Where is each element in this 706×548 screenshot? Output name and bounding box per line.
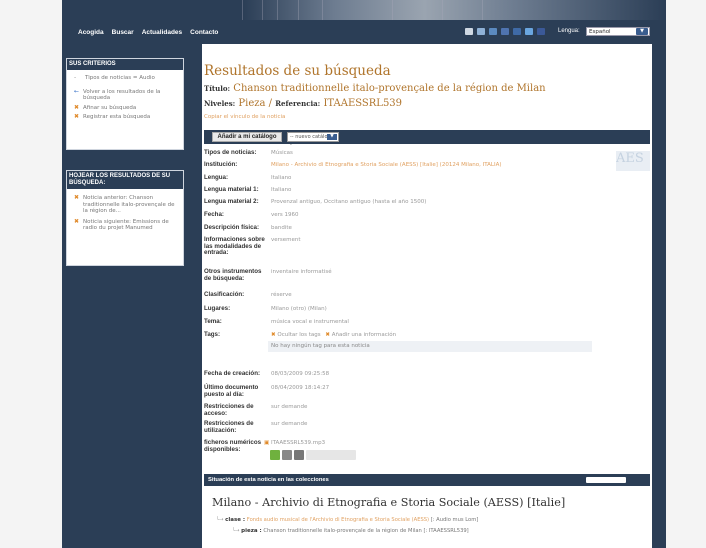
catalog-select[interactable]: -- nuevo catálogo -- ▼ — [287, 132, 339, 148]
nav-acogida[interactable]: Acogida — [78, 29, 104, 36]
collections-toggle[interactable] — [586, 477, 626, 483]
collection-class-link[interactable]: Fonds audio musical de l'Archivio di Etn… — [247, 517, 429, 523]
refine-search-link[interactable]: ✖ Afinar su búsqueda — [67, 103, 183, 112]
collection-title: Milano - Archivio di Etnografia e Storia… — [212, 496, 566, 509]
title-line: Título: Chanson traditionnelle italo-pro… — [204, 83, 546, 94]
dash-icon: - — [74, 74, 77, 81]
next-notice-link[interactable]: ✖ Noticia siguiente: Emissions de radio … — [67, 217, 183, 232]
institution-logo: AES — [616, 151, 650, 171]
add-info-link[interactable]: Añadir una información — [332, 332, 396, 338]
institution-link[interactable]: Milano - Archivio di Etnografia e Storia… — [271, 162, 502, 169]
tree-piece-row: └→ pieza : Chanson traditionnelle italo-… — [232, 528, 469, 534]
no-tags-message: No hay ningún tag para esta noticia — [271, 343, 370, 349]
nav-actualidades[interactable]: Actualidades — [142, 29, 182, 36]
back-arrow-icon: ← — [74, 87, 80, 95]
level-reference-line: Niveles: Pieza / Referencia: ITAAESSRL53… — [204, 98, 403, 109]
chevron-down-icon: ▼ — [636, 28, 648, 35]
language-label: Lengua: — [558, 28, 580, 34]
delicious-icon[interactable] — [513, 28, 521, 35]
save-icon: ✖ — [74, 113, 80, 120]
header-banner — [62, 0, 666, 20]
play-icon[interactable] — [270, 450, 280, 460]
myspace-icon[interactable] — [501, 28, 509, 35]
back-to-results-link[interactable]: ← Volver a los resultados de la búsqueda — [67, 87, 183, 102]
criteria-query: - Tipos de noticias = Audio — [74, 74, 155, 81]
chevron-down-icon: ▼ — [327, 134, 337, 140]
share-icon[interactable] — [489, 28, 497, 35]
tree-class-row: └→ clase : Fonds audio musical de l'Arch… — [216, 517, 479, 523]
browse-box: HOJEAR LOS RESULTADOS DE SU BÚSQUEDA: ✖ … — [66, 170, 184, 266]
add-to-catalog-button[interactable]: Añadir a mi catálogo — [212, 132, 282, 142]
pause-icon[interactable] — [282, 450, 292, 460]
page-title: Resultados de su búsqueda — [204, 63, 391, 79]
nav-contacto[interactable]: Contacto — [190, 29, 218, 36]
hide-tags-link[interactable]: Ocultar los tags — [277, 332, 320, 338]
facebook-icon[interactable] — [537, 28, 545, 35]
page: Acogida Buscar Actualidades Contacto Len… — [62, 0, 666, 548]
progress-bar[interactable] — [306, 450, 356, 460]
stop-icon[interactable] — [294, 450, 304, 460]
add-info-icon: ✖ — [325, 332, 331, 338]
main-content: Resultados de su búsqueda Título: Chanso… — [202, 44, 652, 548]
rss-icon[interactable] — [477, 28, 485, 35]
digg-icon[interactable] — [525, 28, 533, 35]
criteria-header: SUS CRITERIOS — [67, 59, 183, 70]
next-icon: ✖ — [74, 217, 80, 225]
nav-buscar[interactable]: Buscar — [112, 29, 134, 36]
hide-tags-icon: ✖ — [271, 332, 276, 338]
browse-header: HOJEAR LOS RESULTADOS DE SU BÚSQUEDA: — [67, 171, 183, 189]
criteria-box: SUS CRITERIOS - Tipos de noticias = Audi… — [66, 58, 184, 150]
prev-notice-link[interactable]: ✖ Noticia anterior: Chanson traditionnel… — [67, 194, 183, 215]
save-search-link[interactable]: ✖ Registrar esta búsqueda — [67, 113, 183, 121]
mail-icon[interactable] — [465, 28, 473, 35]
collections-header: Situación de esta noticia en las colecci… — [204, 474, 650, 486]
tags-empty-box: No hay ningún tag para esta noticia — [268, 341, 592, 352]
audio-file-link[interactable]: ITAAESSRL539.mp3 — [271, 440, 325, 446]
catalog-toolbar: Añadir a mi catálogo -- nuevo catálogo -… — [204, 130, 650, 148]
language-select[interactable]: Español ▼ — [586, 27, 650, 36]
file-icon: ▣ — [264, 440, 270, 446]
top-navigation: Acogida Buscar Actualidades Contacto Len… — [62, 20, 666, 44]
prev-icon: ✖ — [74, 194, 80, 201]
refine-icon: ✖ — [74, 103, 80, 111]
copy-link[interactable]: Copiar el vínculo de la noticia — [204, 114, 285, 120]
